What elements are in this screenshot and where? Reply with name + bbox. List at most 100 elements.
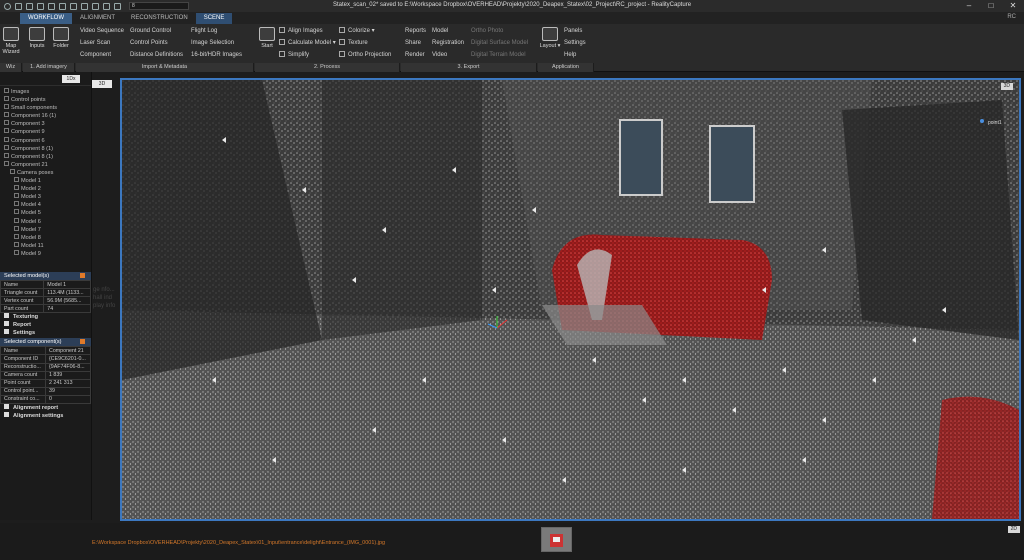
settings-button[interactable]: Settings <box>564 39 586 48</box>
image-thumbnail[interactable] <box>541 527 572 552</box>
tree-item[interactable]: Model 11 <box>0 241 91 250</box>
colorize-button[interactable]: Colorize ▾ <box>339 27 391 36</box>
property-value[interactable]: 1 839 <box>45 370 91 380</box>
3d-view-button[interactable]: 3D <box>92 80 112 88</box>
image-selection-button[interactable]: Image Selection <box>191 39 242 48</box>
property-value[interactable]: {9AF74F06-8... <box>45 362 91 372</box>
folder-button[interactable]: Folder <box>50 27 72 49</box>
property-value[interactable]: Component 21 <box>45 346 91 356</box>
expand-icon[interactable] <box>14 201 19 207</box>
expand-icon[interactable] <box>4 128 9 134</box>
new-project-icon[interactable] <box>15 2 22 10</box>
video-sequence-button[interactable]: Video Sequence <box>80 27 124 36</box>
property-value[interactable]: 113.4M (1133... <box>43 288 91 298</box>
tree-item[interactable]: Component 6 <box>0 136 91 145</box>
tree-item[interactable]: Component 3 <box>0 120 91 128</box>
property-value[interactable]: Model 1 <box>43 279 91 290</box>
control-points-button[interactable]: Control Points <box>130 39 183 48</box>
dtm-button[interactable]: Digital Terrain Model <box>471 51 528 60</box>
tree-item[interactable]: Model 7 <box>0 225 91 234</box>
expand-icon[interactable] <box>4 120 9 126</box>
expand-icon[interactable] <box>4 104 9 110</box>
property-value[interactable]: {CE9C6201-0... <box>45 354 91 364</box>
quick-combo[interactable]: 8 <box>129 2 189 10</box>
dsm-button[interactable]: Digital Surface Model <box>471 39 528 48</box>
expand-icon[interactable] <box>10 168 15 174</box>
ground-control-button[interactable]: Ground Control <box>130 27 183 36</box>
reports-button[interactable]: Reports <box>405 27 426 36</box>
tree-item[interactable]: Component 8 (1) <box>0 152 91 161</box>
1dx-button[interactable]: 1Dx <box>62 75 80 83</box>
expand-icon[interactable] <box>14 225 19 231</box>
tree-item[interactable]: Model 1 <box>0 177 91 185</box>
inputs-button[interactable]: Inputs <box>26 27 48 49</box>
help-icon[interactable] <box>114 2 121 10</box>
tab-workflow[interactable]: WORKFLOW <box>20 13 72 24</box>
tree-item[interactable]: Component 8 (1) <box>0 144 91 153</box>
expand-icon[interactable] <box>4 136 9 142</box>
expand-icon[interactable] <box>14 233 19 239</box>
minimize-button[interactable]: – <box>958 0 980 12</box>
expand-icon[interactable] <box>14 193 19 199</box>
expand-icon[interactable] <box>14 177 19 183</box>
panel-section[interactable]: Texturing <box>0 313 91 321</box>
tree-item[interactable]: Model 8 <box>0 233 91 242</box>
panel-section[interactable]: Alignment settings <box>0 412 91 420</box>
expand-icon[interactable] <box>14 209 19 215</box>
bottom-mode-label[interactable]: 2D <box>1007 526 1020 533</box>
view-icon[interactable] <box>92 2 99 10</box>
grid-icon[interactable] <box>103 2 110 10</box>
expand-icon[interactable] <box>14 217 19 223</box>
tree-item[interactable]: Control points <box>0 96 91 104</box>
start-button[interactable]: Start <box>256 27 278 49</box>
viewport-mode-label[interactable]: 3D <box>1000 83 1013 90</box>
tree-item[interactable]: Model 4 <box>0 201 91 209</box>
ortho-photo-button[interactable]: Ortho Photo <box>471 27 528 36</box>
settings-icon[interactable] <box>70 2 77 10</box>
property-value[interactable]: 56.9M (5685... <box>43 296 91 306</box>
tree-item[interactable]: Model 6 <box>0 217 91 226</box>
tree-item[interactable]: Model 9 <box>0 249 91 258</box>
undo-icon[interactable] <box>48 2 55 10</box>
expand-icon[interactable] <box>4 96 9 102</box>
distance-definitions-button[interactable]: Distance Definitions <box>130 51 183 60</box>
export-model-button[interactable]: Model <box>432 27 464 36</box>
calculate-model-button[interactable]: Calculate Model ▾ <box>279 39 336 48</box>
tree-item[interactable]: Component 16 (1) <box>0 112 91 120</box>
panel-section[interactable]: Settings <box>0 329 91 337</box>
share-button[interactable]: Share <box>405 39 426 48</box>
expand-icon[interactable] <box>4 152 9 158</box>
point-cloud-scene[interactable]: point1 <box>122 80 1019 519</box>
render-button[interactable]: Render <box>405 51 426 60</box>
expand-icon[interactable] <box>4 88 9 93</box>
texture-button[interactable]: Texture <box>339 39 391 48</box>
component-button[interactable]: Component <box>80 51 124 60</box>
simplify-button[interactable]: Simplify <box>279 51 336 60</box>
expand-icon[interactable] <box>4 160 9 166</box>
flight-log-button[interactable]: Flight Log <box>191 27 242 36</box>
tree-item[interactable]: Images <box>0 88 91 96</box>
hdr-images-button[interactable]: 16-bit/HDR Images <box>191 51 242 60</box>
open-project-icon[interactable] <box>26 2 33 10</box>
tab-alignment[interactable]: ALIGNMENT <box>72 13 123 24</box>
save-icon[interactable] <box>37 2 44 10</box>
help-button[interactable]: Help <box>564 51 586 60</box>
property-value[interactable]: 74 <box>43 304 91 314</box>
tree-item[interactable]: Model 3 <box>0 193 91 201</box>
expand-icon[interactable] <box>14 185 19 191</box>
registration-button[interactable]: Registration <box>432 39 464 48</box>
property-value[interactable]: 39 <box>45 386 91 396</box>
layout-icon[interactable] <box>81 2 88 10</box>
tree-item[interactable]: Component 9 <box>0 128 91 136</box>
maximize-button[interactable]: □ <box>980 0 1002 12</box>
map-wizard-button[interactable]: Map Wizard <box>0 27 22 55</box>
tab-scene[interactable]: SCENE <box>195 13 233 24</box>
align-images-button[interactable]: Align Images <box>279 27 336 36</box>
tree-item[interactable]: Component 21 <box>0 160 91 169</box>
selected-models-close-icon[interactable] <box>80 272 85 278</box>
panel-section[interactable]: Alignment report <box>0 404 91 412</box>
expand-icon[interactable] <box>4 112 9 118</box>
expand-icon[interactable] <box>4 144 9 150</box>
tree-item[interactable]: Model 2 <box>0 185 91 193</box>
property-value[interactable]: 0 <box>45 394 91 405</box>
